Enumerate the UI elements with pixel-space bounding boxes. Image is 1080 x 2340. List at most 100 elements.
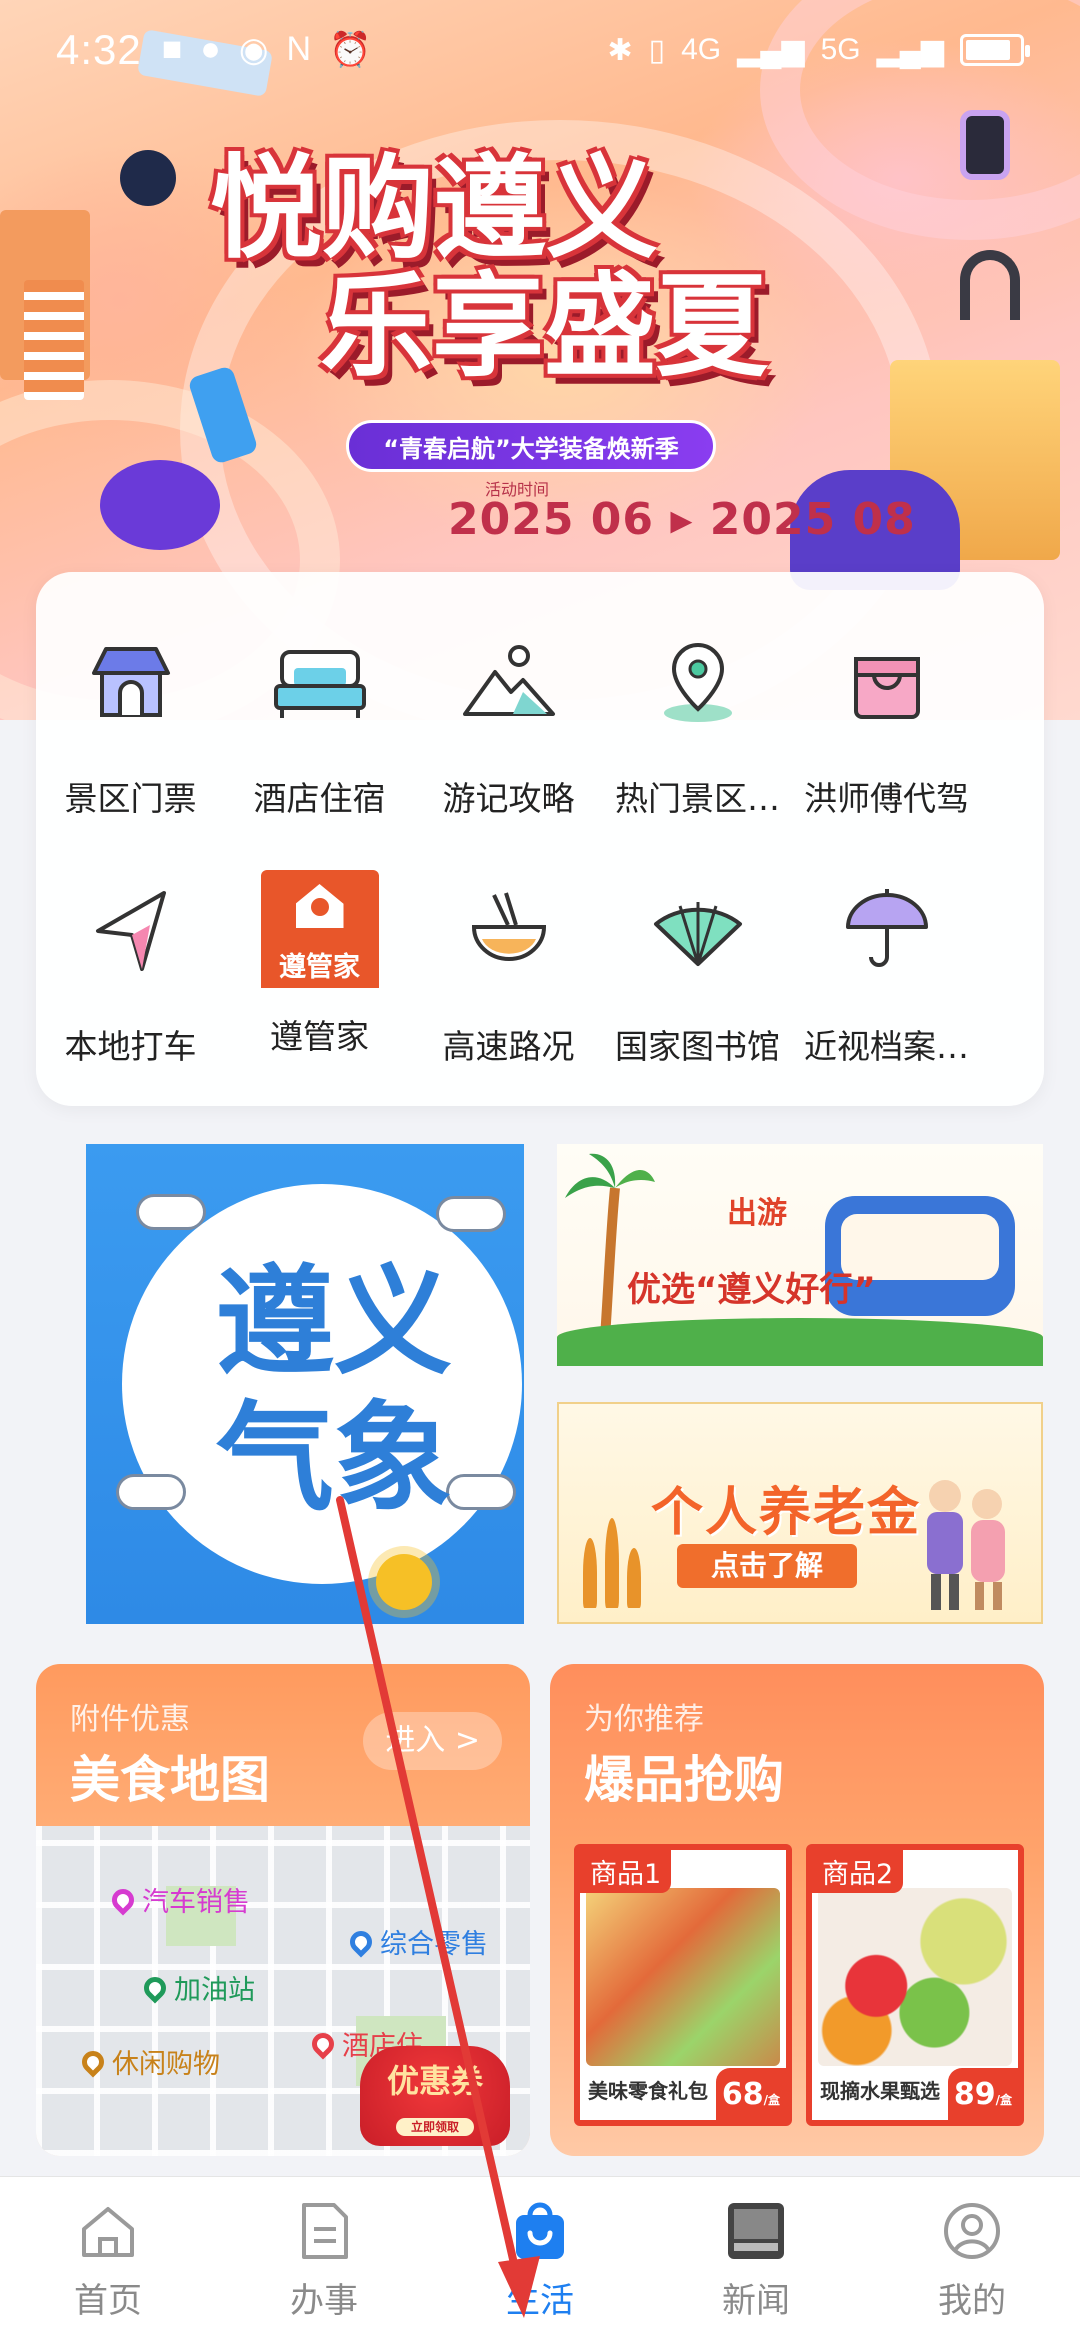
tree-illustration — [583, 1538, 597, 1608]
navigation-arrow-icon — [81, 880, 181, 980]
hero-title-line1: 悦购遵义 — [210, 144, 658, 274]
service-label: 近视档案… — [804, 1027, 969, 1066]
service-highway[interactable]: 高速路况 — [414, 880, 603, 1068]
pension-learn-more-button[interactable]: 点击了解 — [677, 1544, 857, 1588]
mountain-icon — [459, 632, 559, 732]
service-travel-guide[interactable]: 游记攻略 — [414, 632, 603, 820]
coupon-bag[interactable]: 优惠券 立即领取 — [360, 2046, 510, 2146]
eye-icon: ◉ — [238, 31, 269, 69]
nav-label: 新闻 — [722, 2281, 790, 2321]
service-label: 景区门票 — [64, 779, 197, 818]
service-label: 遵管家 — [270, 1017, 369, 1056]
logo-text: 遵管家 — [260, 945, 379, 988]
tree-illustration — [627, 1548, 641, 1608]
service-hotel[interactable]: 酒店住宿 — [225, 632, 414, 820]
profile-icon — [940, 2199, 1004, 2263]
alarm-icon: ⏰ — [329, 31, 372, 69]
service-scenic-ticket[interactable]: 景区门票 — [36, 632, 225, 820]
building-illustration — [24, 280, 84, 400]
service-myopia-records[interactable]: 近视档案… — [792, 880, 981, 1068]
fan-icon — [648, 880, 748, 980]
nav-label: 首页 — [74, 2281, 142, 2321]
service-label: 热门景区… — [615, 779, 780, 818]
map-pin-icon — [77, 2045, 109, 2078]
location-pin-icon — [648, 632, 748, 732]
service-local-taxi[interactable]: 本地打车 — [36, 880, 225, 1068]
map-pin-retail[interactable]: 综合零售 — [345, 1922, 488, 1961]
product-tag: 商品2 — [812, 1850, 904, 1893]
hero-slogan: “青春启航”大学装备焕新季 — [346, 420, 716, 472]
service-chauffeur[interactable]: 洪师傅代驾 — [792, 632, 981, 820]
travel-title: 优选“遵义好行” — [627, 1270, 876, 1310]
travel-banner[interactable]: 出游 优选“遵义好行” — [557, 1144, 1043, 1366]
service-zunguanjia[interactable]: 遵管家 遵管家 — [225, 870, 414, 1068]
app-notification-icon: ● — [200, 30, 221, 68]
signal-4g-icon: 4G — [681, 33, 722, 66]
product-name: 美味零食礼包 — [588, 2079, 708, 2103]
product-price-value: 89 — [953, 2077, 996, 2112]
noodle-bowl-icon — [459, 880, 559, 980]
map-pin-car-sales[interactable]: 汽车销售 — [107, 1880, 250, 1919]
food-map-kicker: 附件优惠 — [70, 1702, 190, 1737]
product-card-fruit[interactable]: 商品2 现摘水果甄选 89/盒 — [806, 1844, 1024, 2126]
shopping-bag-icon — [508, 2199, 572, 2263]
service-national-library[interactable]: 国家图书馆 — [603, 880, 792, 1068]
weather-banner[interactable]: 遵义 气象 — [86, 1144, 524, 1624]
battery-fill — [966, 40, 1010, 60]
nfc-icon: N — [286, 30, 312, 68]
app-notification-icon: ■ — [161, 30, 183, 68]
map-pin-label: 综合零售 — [380, 1929, 488, 1960]
nav-life[interactable]: 生活 — [432, 2177, 648, 2340]
product-image-fruit — [818, 1888, 1012, 2066]
product-price: 89/盒 — [948, 2068, 1018, 2120]
product-price: 68/盒 — [716, 2068, 786, 2120]
nav-label: 我的 — [938, 2281, 1006, 2321]
vibrate-icon: ▯ — [648, 33, 666, 67]
status-system-icons: ✱ ▯ 4G ▂▄▆ 5G ▂▄▆ — [607, 33, 1030, 68]
document-icon — [292, 2199, 356, 2263]
sun-icon — [376, 1554, 432, 1610]
product-price-unit: /盒 — [995, 2093, 1013, 2107]
product-tag: 商品1 — [580, 1850, 672, 1893]
service-grid: 景区门票 酒店住宿 游记攻略 热门景区… 洪师傅代驾 本地打车 遵管家 遵管家 … — [36, 572, 1044, 1106]
product-price-unit: /盒 — [763, 2093, 781, 2107]
map-pin-icon — [307, 2027, 339, 2060]
travel-kicker: 出游 — [727, 1196, 787, 1231]
map-pin-leisure-shopping[interactable]: 休闲购物 — [77, 2042, 220, 2081]
map-pin-gas-station[interactable]: 加油站 — [139, 1968, 255, 2007]
cloud-icon — [136, 1194, 206, 1230]
weather-title-line2: 气象 — [216, 1389, 453, 1527]
grass-illustration — [557, 1318, 1043, 1366]
battery-icon — [960, 34, 1030, 66]
hero-title: 悦购遵义 乐享盛夏 — [210, 150, 768, 386]
coupon-claim-label: 立即领取 — [396, 2118, 474, 2136]
service-label: 游记攻略 — [442, 779, 575, 818]
food-map-enter-button[interactable]: 进入 > — [363, 1712, 502, 1770]
news-icon — [724, 2199, 788, 2263]
product-name: 现摘水果甄选 — [820, 2079, 940, 2103]
service-hot-scenic[interactable]: 热门景区… — [603, 632, 792, 820]
map-pin-icon — [345, 1925, 377, 1958]
map-pin-label: 加油站 — [174, 1975, 255, 2006]
cloud-icon — [116, 1474, 186, 1510]
character-illustration — [100, 460, 220, 550]
product-card-snacks[interactable]: 商品1 美味零食礼包 68/盒 — [574, 1844, 792, 2126]
status-time: 4:32 — [56, 26, 142, 73]
food-map-title: 美食地图 — [70, 1751, 270, 1809]
pension-banner[interactable]: 个人养老金 点击了解 — [557, 1402, 1043, 1624]
cloud-icon — [436, 1196, 506, 1232]
nav-profile[interactable]: 我的 — [864, 2177, 1080, 2340]
bottom-navigation: 首页 办事 生活 新闻 我的 — [0, 2176, 1080, 2340]
shopping-bag-icon — [837, 632, 937, 732]
product-image-snacks — [586, 1888, 780, 2066]
hotel-bed-icon — [270, 632, 370, 732]
weather-title: 遵义 气象 — [216, 1254, 452, 1526]
service-row-2: 本地打车 遵管家 遵管家 高速路况 国家图书馆 近视档案… — [36, 870, 1044, 1068]
nav-home[interactable]: 首页 — [0, 2177, 216, 2340]
service-label: 本地打车 — [64, 1027, 197, 1066]
nav-news[interactable]: 新闻 — [648, 2177, 864, 2340]
weather-title-line1: 遵义 — [216, 1253, 453, 1391]
service-label: 高速路况 — [442, 1027, 575, 1066]
elderly-couple-illustration — [927, 1480, 1005, 1610]
nav-services[interactable]: 办事 — [216, 2177, 432, 2340]
